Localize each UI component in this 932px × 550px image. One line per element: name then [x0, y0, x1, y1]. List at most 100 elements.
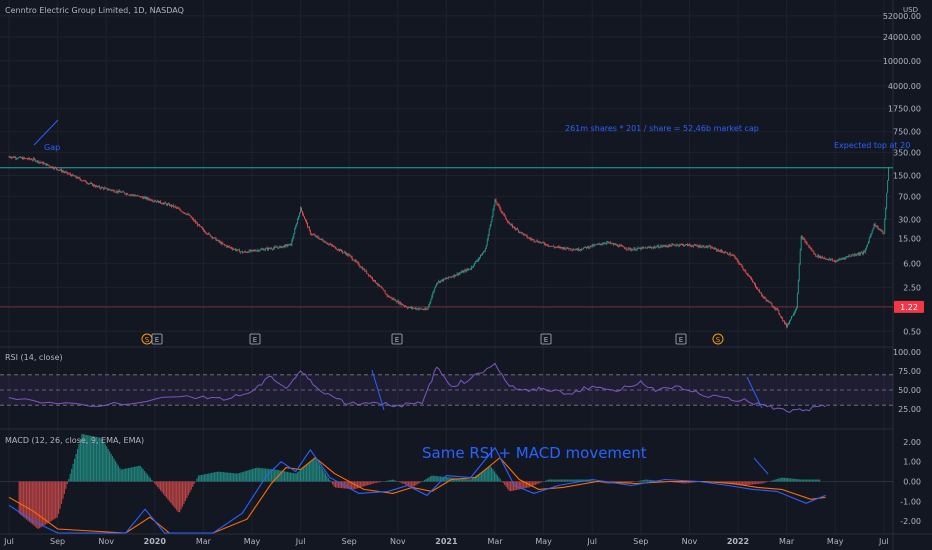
- candle-body: [367, 273, 369, 275]
- candle-body: [808, 244, 810, 248]
- candle-body: [649, 247, 650, 248]
- macd-histogram-bar: [403, 481, 405, 485]
- candle-body: [373, 279, 374, 281]
- candle-body: [218, 240, 220, 242]
- candle-body: [197, 222, 198, 226]
- candle-body: [267, 248, 268, 250]
- candle-body: [167, 203, 168, 206]
- candle-body: [522, 233, 524, 235]
- candle-body: [11, 157, 13, 158]
- time-tick-label: 2020: [144, 537, 167, 546]
- candle-body: [566, 247, 568, 249]
- macd-histogram-bar: [413, 481, 415, 487]
- candle-body: [179, 208, 181, 211]
- candle-body: [835, 260, 837, 262]
- candle-body: [388, 295, 390, 298]
- macd-histogram-bar: [256, 467, 258, 482]
- macd-histogram-bar: [27, 481, 29, 521]
- macd-histogram-bar: [267, 468, 270, 482]
- macd-histogram-bar: [359, 481, 361, 488]
- candle-body: [315, 235, 317, 237]
- candle-body: [729, 253, 731, 256]
- candle-body: [605, 243, 607, 245]
- candle-body: [100, 187, 102, 189]
- candle-body: [607, 241, 609, 243]
- candle-body: [844, 257, 846, 259]
- candle-body: [284, 244, 286, 248]
- candle-body: [342, 252, 344, 254]
- macd-histogram-bar: [553, 479, 555, 482]
- candle-body: [682, 244, 683, 246]
- macd-histogram-bar: [336, 481, 338, 488]
- candle-body: [876, 226, 878, 228]
- candle-body: [446, 278, 448, 279]
- candle-body: [344, 252, 346, 254]
- candle-body: [435, 286, 437, 288]
- candle-body: [813, 251, 815, 254]
- candle-body: [500, 208, 502, 211]
- candle-body: [404, 305, 406, 307]
- macd-histogram-bar: [517, 481, 519, 490]
- candle-body: [448, 276, 450, 278]
- macd-histogram-bar: [362, 481, 364, 487]
- candle-body: [323, 241, 325, 243]
- macd-histogram-bar: [139, 465, 141, 482]
- macd-histogram-bar: [283, 471, 286, 482]
- candle-body: [561, 247, 563, 248]
- candle-body: [852, 254, 854, 256]
- macd-histogram-bar: [302, 467, 305, 482]
- candle-body: [131, 194, 132, 196]
- candle-body: [123, 191, 125, 193]
- candle-body: [691, 246, 693, 247]
- candle-body: [115, 191, 117, 193]
- candle-body: [173, 206, 175, 207]
- candle-body: [362, 267, 364, 270]
- candle-body: [20, 156, 22, 158]
- candle-body: [150, 199, 152, 201]
- candle-body: [133, 195, 135, 197]
- candle-body: [662, 246, 664, 247]
- macd-histogram-bar: [791, 478, 793, 482]
- candle-body: [91, 183, 93, 184]
- macd-histogram-bar: [371, 481, 373, 484]
- macd-histogram-bar: [591, 480, 593, 482]
- candle-body: [164, 202, 165, 204]
- macd-histogram-bar: [400, 481, 402, 483]
- candle-body: [578, 248, 579, 251]
- macd-histogram-bar: [463, 478, 465, 482]
- candle-body: [203, 230, 205, 233]
- candle-body: [829, 258, 831, 260]
- candle-body: [825, 258, 826, 260]
- macd-histogram-bar: [31, 481, 33, 525]
- candle-body: [539, 241, 541, 243]
- candle-body: [470, 269, 472, 270]
- candle-body: [168, 203, 170, 206]
- candle-body: [117, 190, 119, 193]
- macd-histogram-bar: [772, 480, 774, 482]
- candle-body: [453, 274, 455, 277]
- candle-body: [742, 266, 744, 269]
- macd-histogram-bar: [778, 478, 780, 482]
- candle-body: [133, 194, 134, 196]
- macd-histogram-bar: [145, 472, 147, 482]
- candle-body: [106, 188, 108, 190]
- candle-body: [235, 248, 236, 251]
- candle-body: [540, 241, 542, 243]
- candle-body: [409, 306, 410, 308]
- candle-body: [484, 248, 486, 251]
- macd-histogram-bar: [749, 481, 751, 485]
- candle-body: [52, 166, 54, 169]
- candle-body: [680, 244, 682, 245]
- macd-histogram-bar: [445, 477, 447, 482]
- candle-body: [633, 248, 635, 250]
- candle-body: [758, 289, 759, 291]
- candle-body: [642, 247, 644, 249]
- macd-histogram-bar: [330, 481, 332, 483]
- macd-histogram-bar: [174, 481, 176, 509]
- candle-body: [58, 169, 59, 171]
- candle-body: [239, 251, 241, 253]
- macd-histogram-bar: [569, 479, 571, 482]
- candle-body: [228, 246, 230, 247]
- candle-body: [746, 272, 748, 274]
- candle-body: [190, 215, 192, 218]
